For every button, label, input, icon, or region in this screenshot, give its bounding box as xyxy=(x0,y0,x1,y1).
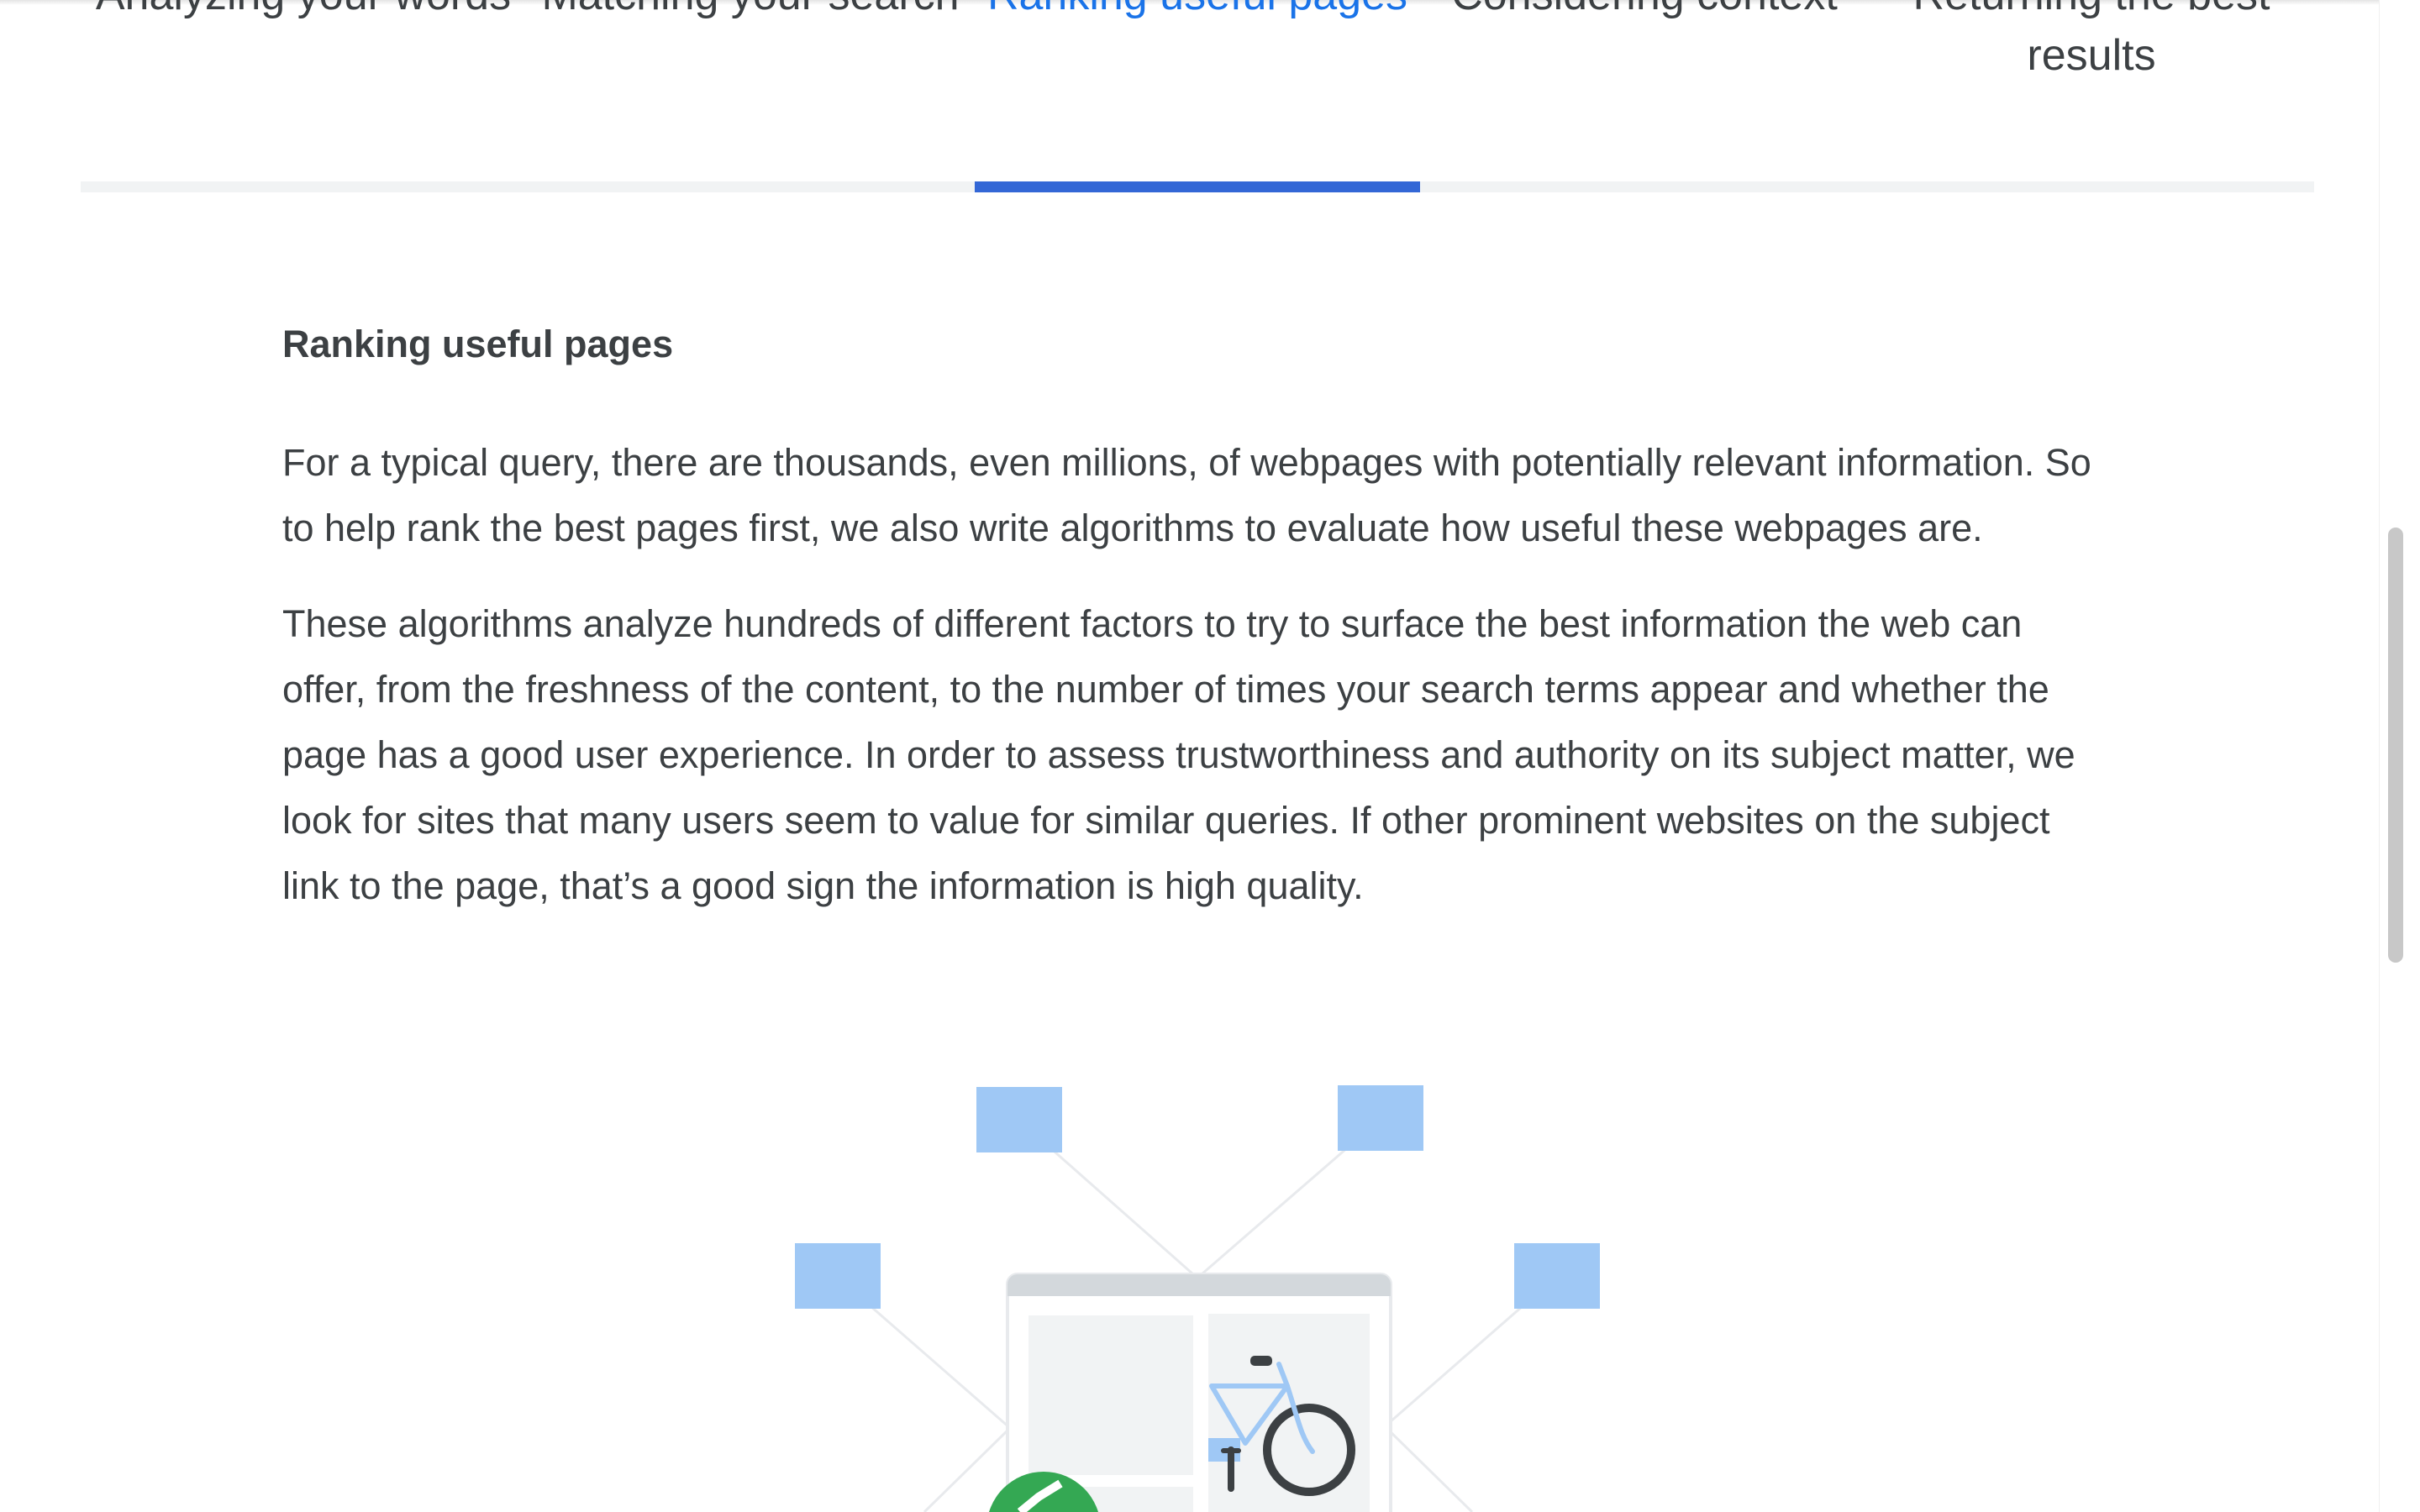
paragraph-1: For a typical query, there are thousands… xyxy=(282,441,2091,549)
linked-page-node xyxy=(1338,1085,1423,1151)
check-badge-icon xyxy=(989,1472,1098,1512)
section-title: Ranking useful pages xyxy=(282,323,674,365)
tab-bar: Analyzing your words Matching your searc… xyxy=(81,0,2314,193)
tab-matching-your-search[interactable]: Matching your search xyxy=(528,0,973,141)
linked-page-node xyxy=(795,1243,881,1309)
scrollbar-thumb[interactable] xyxy=(2388,528,2403,963)
tab-returning-the-best-results[interactable]: Returning the best results xyxy=(1869,0,2314,141)
connector-lines xyxy=(836,1118,1557,1512)
tab-considering-context[interactable]: Considering context xyxy=(1422,0,1867,141)
tab-ranking-useful-pages[interactable]: Ranking useful pages xyxy=(975,0,1420,141)
linked-page-node xyxy=(976,1087,1062,1152)
tab-analyzing-your-words[interactable]: Analyzing your words xyxy=(81,0,526,141)
webpage-card xyxy=(1006,1273,1392,1512)
linked-page-node xyxy=(1514,1243,1600,1309)
paragraph-2: These algorithms analyze hundreds of dif… xyxy=(282,602,2075,907)
bicycle-icon xyxy=(1208,1356,1355,1496)
content-section: Ranking useful pages For a typical query… xyxy=(282,319,2114,919)
scrollbar[interactable] xyxy=(2379,0,2420,1512)
active-tab-indicator xyxy=(975,181,1420,192)
